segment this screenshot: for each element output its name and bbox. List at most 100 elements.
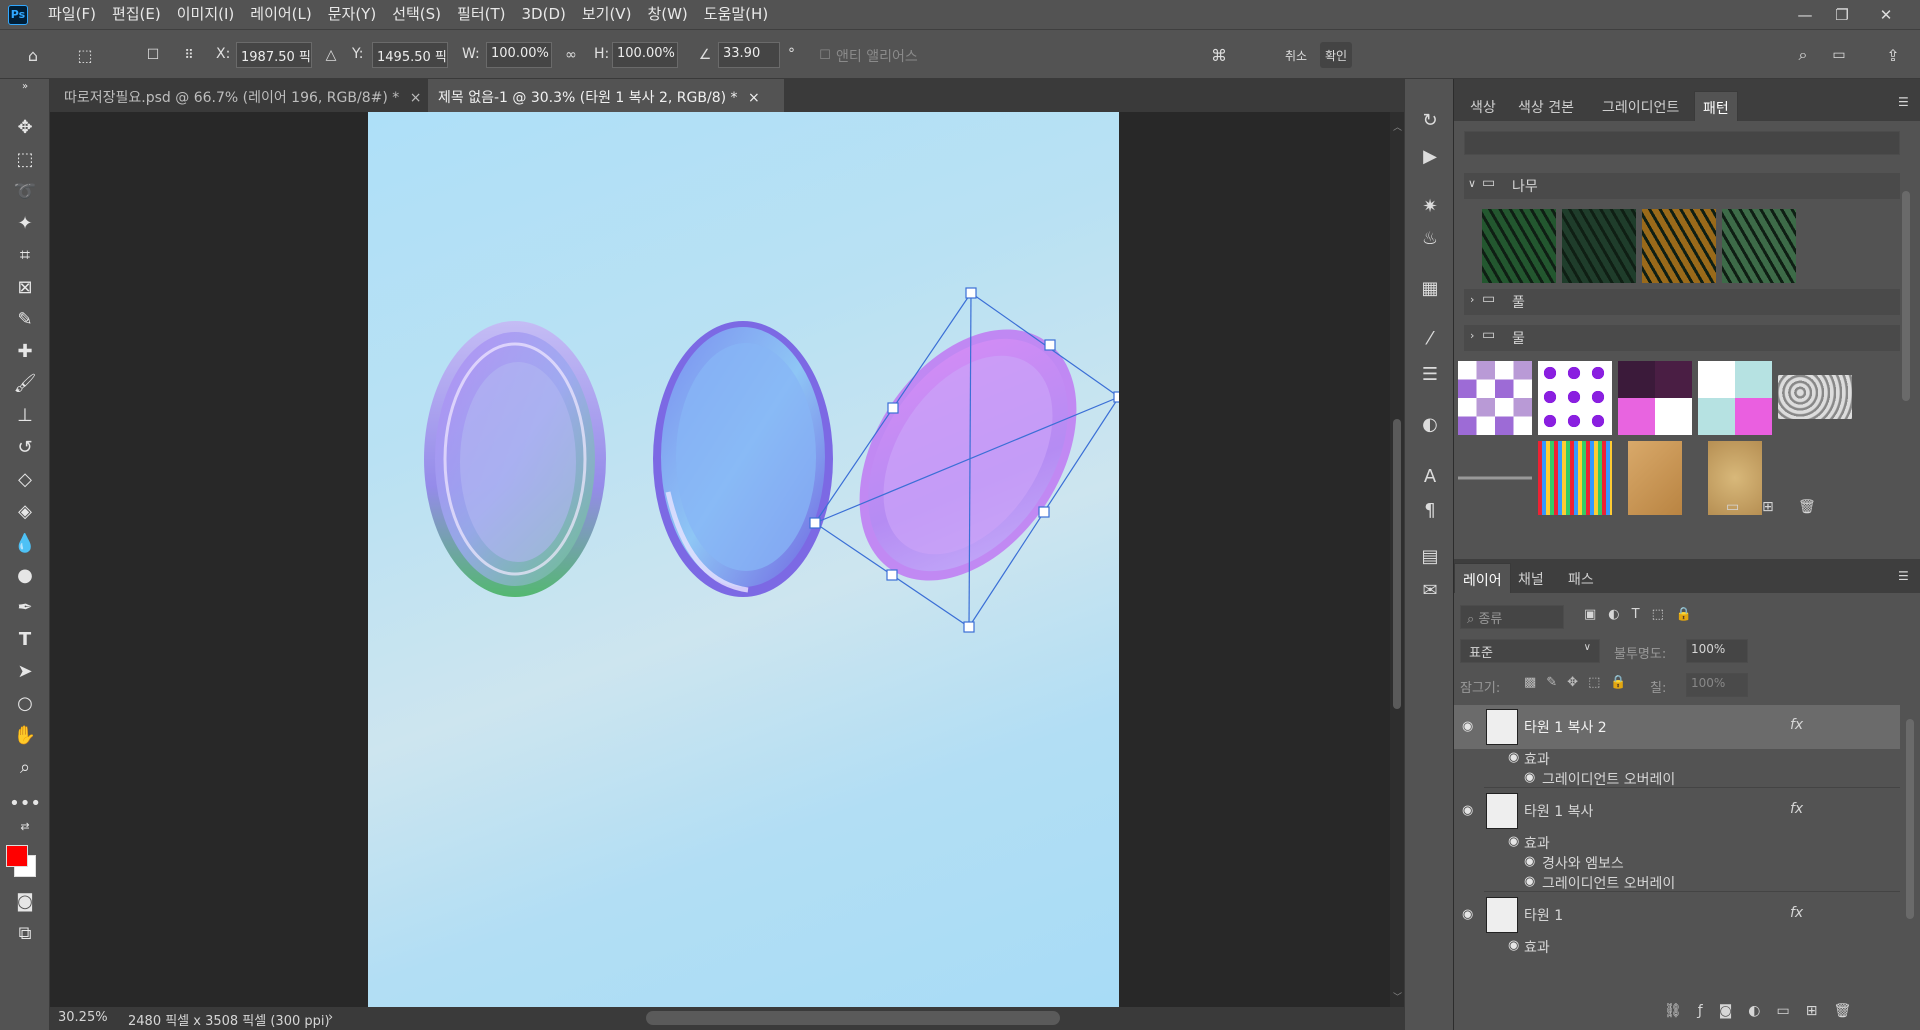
move-tool-icon[interactable]: ✥ (10, 113, 40, 141)
scroll-up-icon[interactable]: ︿ (1393, 120, 1402, 133)
pattern-group-water[interactable]: › ▭ 물 (1464, 325, 1900, 351)
visibility-eye-icon[interactable]: ◉ (1462, 907, 1473, 922)
layer-name[interactable]: 타원 1 복사 (1524, 801, 1593, 821)
home-icon[interactable]: ⌂ (20, 42, 46, 68)
tab-paths[interactable]: 패스 (1560, 563, 1602, 593)
opacity-field[interactable]: 100% (1686, 639, 1748, 663)
lasso-tool-icon[interactable]: ➰ (10, 177, 40, 205)
tab-layers[interactable]: 레이어 (1454, 563, 1511, 593)
menu-item-3[interactable]: 레이어(L) (242, 0, 319, 29)
close-window-button[interactable]: ✕ (1866, 0, 1906, 29)
minimize-button[interactable]: — (1785, 0, 1825, 29)
styles-icon[interactable]: ◐ (1417, 411, 1443, 437)
menu-item-9[interactable]: 창(W) (639, 0, 695, 29)
swap-colors-icon[interactable]: ⇄ (10, 819, 40, 833)
blend-mode-select[interactable]: 표준 ∨ (1460, 639, 1600, 663)
paint-bucket-tool-icon[interactable]: ◈ (10, 497, 40, 525)
checkbox-icon[interactable]: ☐ (140, 42, 166, 68)
zoom-level[interactable]: 30.25% (58, 1010, 108, 1025)
transform-tool-icon[interactable]: ⬚ (72, 42, 98, 68)
brush-preset-icon[interactable]: ⁄ (1417, 325, 1443, 351)
brush-tool-icon[interactable]: 🖌 (10, 369, 40, 397)
layer-filter-icons[interactable]: ▣◐T⬚🔒 (1584, 607, 1704, 622)
search-icon[interactable]: ⌕ (1790, 42, 1816, 68)
brushes-icon[interactable]: ♨ (1417, 225, 1443, 251)
character-icon[interactable]: A (1417, 463, 1443, 489)
quick-mask-icon[interactable]: ◙ (10, 887, 40, 915)
pen-tool-icon[interactable]: ✒ (10, 593, 40, 621)
properties-icon[interactable]: ▤ (1417, 543, 1443, 569)
tab-patterns[interactable]: 패턴 (1694, 91, 1738, 121)
height-field[interactable]: 100.00% (612, 42, 678, 68)
y-field[interactable]: 1495.50 픽셀 (372, 42, 448, 68)
type-tool-icon[interactable]: T (10, 625, 40, 653)
restore-button[interactable]: ❐ (1822, 0, 1862, 29)
tab-document-2[interactable]: 제목 없음-1 @ 30.3% (타원 1 복사 2, RGB/8) * × (428, 79, 784, 112)
fill-field[interactable]: 100% (1686, 673, 1748, 697)
menu-item-7[interactable]: 3D(D) (514, 0, 574, 29)
layer-name[interactable]: 타원 1 복사 2 (1524, 717, 1607, 737)
menu-item-6[interactable]: 필터(T) (449, 0, 513, 29)
link-icon[interactable]: ∞ (558, 42, 584, 68)
layers-scrollbar[interactable] (1906, 719, 1914, 919)
lock-icons[interactable]: ▩✎✥⬚🔒 (1524, 675, 1637, 690)
hand-tool-icon[interactable]: ✋ (10, 721, 40, 749)
tab-document-1[interactable]: 따로저장필요.psd @ 66.7% (레이어 196, RGB/8#) * × (54, 79, 424, 112)
pattern-group-grass[interactable]: › ▭ 풀 (1464, 289, 1900, 315)
pattern-wood-2[interactable] (1562, 209, 1636, 283)
pattern-checker-mint[interactable] (1698, 361, 1772, 435)
layer-name[interactable]: 타원 1 (1524, 905, 1563, 925)
effect-eye-icon[interactable]: ◉ (1524, 770, 1535, 785)
layer-bottom-actions[interactable]: ⛓ƒ◙◐▭⊞🗑 (1664, 1003, 1867, 1019)
brush-settings-icon[interactable]: ✷ (1417, 193, 1443, 219)
menu-item-4[interactable]: 문자(Y) (320, 0, 384, 29)
warp-icon[interactable]: ⌘ (1206, 42, 1232, 68)
antialias-checkbox[interactable]: ☐ (812, 42, 838, 68)
document-canvas[interactable] (368, 112, 1125, 1007)
patterns-scrollbar[interactable] (1902, 191, 1910, 401)
libraries-icon[interactable]: ▦ (1417, 275, 1443, 301)
vertical-scrollbar[interactable]: ︿ ﹀ (1390, 112, 1404, 1007)
more-tools-icon[interactable]: ••• (9, 789, 41, 817)
healing-brush-tool-icon[interactable]: ✚ (10, 337, 40, 365)
cancel-transform-button[interactable]: 취소 (1280, 42, 1312, 68)
blur-tool-icon[interactable]: 💧 (10, 529, 40, 557)
pattern-paper-tan[interactable] (1628, 441, 1682, 515)
screen-mode-icon[interactable]: ⧉ (10, 919, 40, 947)
stamp-tool-icon[interactable]: ⊥ (10, 401, 40, 429)
menu-item-10[interactable]: 도움말(H) (696, 0, 776, 29)
pattern-wood-4[interactable] (1722, 209, 1796, 283)
pattern-checker-lavender[interactable] (1458, 361, 1532, 435)
pattern-diamond-purple[interactable] (1538, 361, 1612, 435)
history-brush-tool-icon[interactable]: ↺ (10, 433, 40, 461)
horizontal-scrollbar-thumb[interactable] (646, 1011, 1060, 1025)
dodge-tool-icon[interactable]: ● (10, 561, 40, 589)
tab-channels[interactable]: 채널 (1510, 563, 1552, 593)
confirm-transform-button[interactable]: 확인 (1320, 42, 1352, 68)
crop-tool-icon[interactable]: ⌗ (10, 241, 40, 269)
history-icon[interactable]: ↻ (1417, 107, 1443, 133)
workspace-icon[interactable]: ▭ (1826, 42, 1852, 68)
visibility-eye-icon[interactable]: ◉ (1462, 719, 1473, 734)
status-menu-arrow[interactable]: › (328, 1010, 333, 1025)
notes-icon[interactable]: ✉ (1417, 577, 1443, 603)
width-field[interactable]: 100.00% (486, 42, 552, 68)
effect-eye-icon[interactable]: ◉ (1508, 938, 1519, 953)
fx-icon[interactable]: fx (1790, 717, 1803, 733)
menu-item-5[interactable]: 선택(S) (384, 0, 449, 29)
menu-item-2[interactable]: 이미지(I) (169, 0, 243, 29)
menu-item-0[interactable]: 파일(F) (40, 0, 104, 29)
panel-menu-icon[interactable]: ☰ (1898, 569, 1909, 583)
path-selection-tool-icon[interactable]: ➤ (10, 657, 40, 685)
effect-eye-icon[interactable]: ◉ (1508, 750, 1519, 765)
pattern-wood-3[interactable] (1642, 209, 1716, 283)
effect-eye-icon[interactable]: ◉ (1508, 834, 1519, 849)
layer-row[interactable]: ◉ 타원 1 fx (1454, 893, 1900, 937)
layer-row[interactable]: ◉ 타원 1 복사 fx (1454, 789, 1900, 833)
layer-filter-select[interactable]: ⌕ 종류 (1460, 605, 1564, 629)
share-icon[interactable]: ⇪ (1880, 42, 1906, 68)
pattern-noise-gray[interactable] (1778, 375, 1852, 419)
tab-gradients[interactable]: 그레이디언트 (1594, 91, 1687, 121)
x-field[interactable]: 1987.50 픽셀 (236, 42, 312, 68)
effect-eye-icon[interactable]: ◉ (1524, 874, 1535, 889)
